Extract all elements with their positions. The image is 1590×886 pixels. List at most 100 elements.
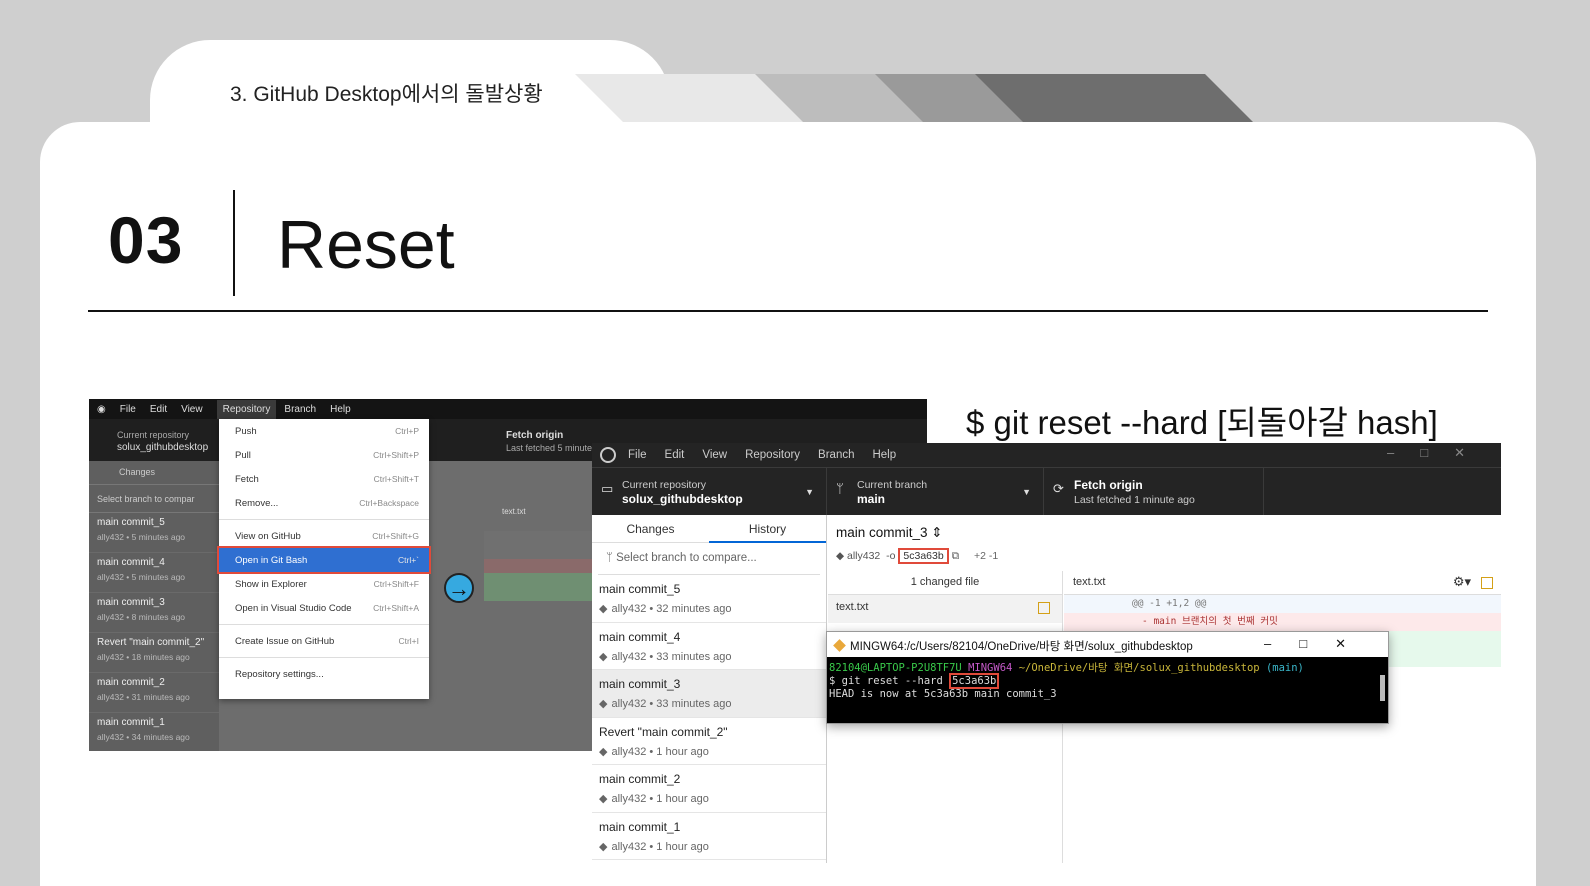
commit-title: main commit_3 ⇕ [836, 525, 943, 540]
avatar: ◆ [599, 840, 608, 853]
command-caption: $ git reset --hard [되돌아갈 hash] [966, 404, 1438, 441]
list-item[interactable]: main commit_4 ◆ ally432 • 33 minutes ago [592, 623, 826, 670]
left-diff-view: text.txt [484, 507, 604, 627]
sync-icon: ⟳ [1053, 481, 1064, 496]
avatar: ◆ [599, 650, 608, 663]
expand-icon[interactable]: ⇕ [931, 525, 942, 540]
git-bash-window: MINGW64:/c/Users/82104/OneDrive/바탕 화면/so… [826, 631, 1389, 724]
list-item[interactable]: main commit_5 ◆ ally432 • 32 minutes ago [592, 575, 826, 623]
menu-item-view-on-github[interactable]: View on GitHub Ctrl+Shift+G [219, 524, 429, 548]
menu-help[interactable]: Help [330, 404, 351, 415]
left-diff-file: text.txt [502, 507, 526, 516]
diff-hunk-header: @@ -1 +1,2 @@ [1064, 595, 1501, 613]
left-branch-select[interactable]: Select branch to compar [89, 485, 219, 513]
commit-hash[interactable]: 5c3a63b [898, 548, 949, 564]
section-title: Reset [277, 207, 455, 283]
terminal-output[interactable]: 82104@LAPTOP-P2U8TF7U MINGW64 ~/OneDrive… [827, 657, 1388, 706]
left-fetch-origin[interactable]: Fetch origin Last fetched 5 minute [506, 429, 592, 454]
terminal-titlebar: MINGW64:/c/Users/82104/OneDrive/바탕 화면/so… [827, 632, 1388, 657]
menu-item-fetch[interactable]: Fetch Ctrl+Shift+T [219, 467, 429, 491]
current-branch-button[interactable]: ᛘ Current branch main ▼ [827, 468, 1044, 515]
avatar: ◆ [599, 603, 608, 615]
file-row[interactable]: text.txt [828, 595, 1062, 623]
diff-file-name: text.txt [1073, 576, 1106, 588]
window-controls[interactable]: –□✕ [1387, 445, 1491, 461]
menu-separator [219, 519, 429, 520]
arrow-right-icon: → [444, 573, 474, 603]
title-divider [233, 190, 235, 296]
left-menubar: ◉ File Edit View Repository Branch Help [89, 399, 927, 419]
left-tab-changes[interactable]: Changes [89, 461, 219, 485]
menu-separator [219, 624, 429, 625]
github-icon: ◉ [97, 403, 106, 415]
list-item[interactable]: Revert "main commit_2" ally432 • 18 minut… [89, 633, 219, 673]
menu-branch[interactable]: Branch [818, 449, 854, 461]
list-item-selected[interactable]: main commit_3 ◆ ally432 • 33 minutes ago [592, 670, 826, 718]
changed-files-count: 1 changed file [828, 571, 1062, 595]
repo-icon: ▭ [601, 481, 614, 496]
right-sidebar: Changes History ᛘ Select branch to compa… [592, 515, 827, 863]
menu-branch[interactable]: Branch [284, 404, 316, 415]
menu-edit[interactable]: Edit [665, 449, 685, 461]
repository-menu: Push Ctrl+P Pull Ctrl+Shift+P Fetch Ctrl+Sh… [217, 419, 431, 699]
avatar: ◆ [599, 698, 608, 710]
section-number: 03 [108, 203, 184, 277]
menu-file[interactable]: File [628, 449, 647, 461]
terminal-hash: 5c3a63b [949, 673, 1000, 689]
avatar: ◆ [836, 550, 845, 562]
github-icon [600, 447, 616, 463]
menu-edit[interactable]: Edit [150, 404, 167, 415]
menu-item-create-issue[interactable]: Create Issue on GitHub Ctrl+I [219, 629, 429, 653]
menu-view[interactable]: View [702, 449, 727, 461]
left-current-repo[interactable]: Current repository solux_githubdesktop [117, 429, 208, 454]
list-item[interactable]: main commit_2 ◆ ally432 • 1 hour ago [592, 765, 826, 813]
list-item[interactable]: main commit_3 ally432 • 8 minutes ago [89, 593, 219, 633]
modified-icon [1038, 602, 1050, 614]
list-item[interactable]: main commit_4 ally432 • 5 minutes ago [89, 553, 219, 593]
right-titlebar: File Edit View Repository Branch Help –□… [592, 443, 1501, 467]
commit-icon: -o [886, 550, 896, 562]
avatar: ◆ [599, 793, 608, 805]
window-controls[interactable]: –□✕ [1264, 636, 1374, 652]
menu-item-show-in-explorer[interactable]: Show in Explorer Ctrl+Shift+F [219, 572, 429, 596]
diff-deleted-line: - main 브랜치의 첫 번째 커밋 [1064, 613, 1501, 631]
menu-item-pull[interactable]: Pull Ctrl+Shift+P [219, 443, 429, 467]
terminal-scrollbar[interactable] [1380, 675, 1385, 701]
branch-compare-input[interactable]: ᛘ Select branch to compare... [598, 543, 820, 575]
menu-repository[interactable]: Repository [745, 449, 800, 461]
menu-help[interactable]: Help [872, 449, 896, 461]
menu-item-repository-settings[interactable]: Repository settings... [219, 662, 429, 686]
right-toolbar: ▭ Current repository solux_githubdesktop… [592, 467, 1501, 515]
slide-header: 3. GitHub Desktop에서의 돌발상황 [230, 83, 543, 106]
list-item[interactable]: main commit_1 ally432 • 34 minutes ago [89, 713, 219, 751]
tab-changes[interactable]: Changes [592, 515, 709, 543]
chevron-down-icon: ▼ [1022, 487, 1031, 497]
menu-item-push[interactable]: Push Ctrl+P [219, 419, 429, 443]
commit-meta: ◆ ally432 -o 5c3a63b ⧉ +2 -1 [836, 548, 999, 564]
diffstat: +2 -1 [974, 550, 999, 562]
list-item[interactable]: main commit_1 ◆ ally432 • 1 hour ago [592, 813, 826, 860]
list-item[interactable]: main commit_2 ally432 • 31 minutes ago [89, 673, 219, 713]
title-rule [88, 310, 1488, 312]
menu-view[interactable]: View [181, 404, 203, 415]
avatar: ◆ [599, 745, 608, 758]
menu-item-open-in-vscode[interactable]: Open in Visual Studio Code Ctrl+Shift+A [219, 596, 429, 620]
left-sidebar: Changes Select branch to compar main com… [89, 461, 219, 751]
tab-history[interactable]: History [709, 515, 826, 543]
menu-item-open-in-git-bash[interactable]: Open in Git Bash Ctrl+` [217, 546, 431, 574]
chevron-down-icon: ▼ [805, 487, 814, 497]
branch-icon: ᛘ [836, 481, 844, 496]
tab-decoration [560, 74, 1280, 124]
modified-icon [1481, 577, 1493, 589]
menu-file[interactable]: File [120, 404, 136, 415]
mingw-icon [833, 639, 846, 652]
copy-icon[interactable]: ⧉ [952, 550, 960, 562]
list-item[interactable]: main commit_5 ally432 • 5 minutes ago [89, 513, 219, 553]
current-repository-button[interactable]: ▭ Current repository solux_githubdesktop… [592, 468, 827, 515]
menu-repository[interactable]: Repository [216, 399, 277, 419]
list-item[interactable]: Revert "main commit_2" ◆ ally432 • 1 hour … [592, 718, 826, 765]
fetch-origin-button[interactable]: ⟳ Fetch origin Last fetched 1 minute ago [1044, 468, 1264, 515]
gear-icon[interactable]: ⚙▾ [1453, 574, 1471, 590]
menu-separator [219, 657, 429, 658]
menu-item-remove[interactable]: Remove... Ctrl+Backspace [219, 491, 429, 515]
